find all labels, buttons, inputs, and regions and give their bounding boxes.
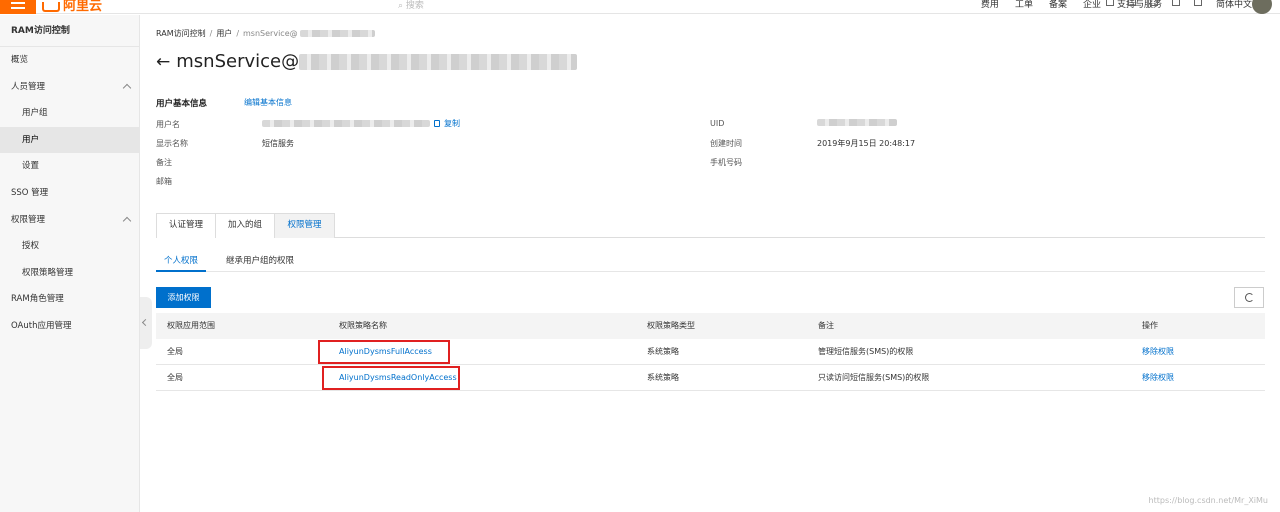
permission-subtabs: 个人权限 继承用户组的权限 — [156, 250, 1265, 272]
remove-permission-link[interactable]: 移除权限 — [1142, 365, 1174, 391]
aliyun-logo-icon — [42, 1, 60, 12]
sidebar-item-permissions[interactable]: 权限管理 — [0, 207, 139, 234]
chevron-up-icon — [122, 83, 132, 92]
username-value: 复制 — [262, 118, 460, 129]
sidebar-item-roles[interactable]: RAM角色管理 — [0, 286, 139, 313]
cart-icon[interactable] — [1149, 0, 1158, 6]
subtab-inherited[interactable]: 继承用户组的权限 — [226, 250, 294, 272]
phone-label: 手机号码 — [710, 158, 742, 167]
created-value: 2019年9月15日 20:48:17 — [817, 139, 916, 148]
redacted-text — [299, 30, 375, 37]
tab-permissions[interactable]: 权限管理 — [274, 213, 335, 238]
highlight-box — [318, 340, 450, 364]
search-icon: ⌕ — [398, 1, 404, 11]
sidebar-item-oauth[interactable]: OAuth应用管理 — [0, 313, 139, 340]
redacted-text — [299, 53, 578, 70]
top-link-ticket[interactable]: 工单 — [1015, 0, 1033, 10]
menu-icon[interactable] — [0, 0, 36, 14]
top-bar: 阿里云 ⌕ 搜索 费用 工单 备案 企业 支持与服务 简体中文 — [0, 0, 1280, 14]
uid-value — [817, 118, 897, 127]
remove-permission-link[interactable]: 移除权限 — [1142, 339, 1174, 365]
page-title: ← msnService@ — [156, 51, 578, 72]
sidebar: RAM访问控制 概览 人员管理 用户组 用户 设置 SSO 管理 权限管理 授权… — [0, 15, 140, 512]
aliyun-logo[interactable]: 阿里云 — [42, 0, 102, 14]
tab-groups[interactable]: 加入的组 — [215, 213, 275, 238]
avatar[interactable] — [1252, 0, 1272, 14]
breadcrumb-root[interactable]: RAM访问控制 — [156, 29, 206, 38]
table-row: 全局 AliyunDysmsFullAccess 系统策略 管理短信服务(SMS… — [156, 339, 1265, 365]
breadcrumb: RAM访问控制 / 用户 / msnService@ — [156, 28, 375, 39]
remark-label: 备注 — [156, 158, 172, 167]
terminal-icon[interactable] — [1105, 0, 1114, 6]
top-link-enterprise[interactable]: 企业 — [1083, 0, 1101, 10]
policy-type-cell: 系统策略 — [647, 373, 679, 382]
email-label: 邮箱 — [156, 177, 172, 186]
redacted-text — [262, 120, 430, 127]
scope-cell: 全局 — [167, 347, 183, 356]
breadcrumb-users[interactable]: 用户 — [216, 29, 232, 38]
top-icons: 简体中文 — [1105, 0, 1252, 10]
sidebar-item-users[interactable]: 用户 — [0, 126, 139, 154]
section-title: 用户基本信息 — [156, 99, 208, 109]
column-header: 备注 — [818, 321, 834, 330]
sidebar-item-sso[interactable]: SSO 管理 — [0, 180, 139, 207]
permissions-table: 权限应用范围 权限策略名称 权限策略类型 备注 操作 全局 AliyunDysm… — [156, 313, 1265, 391]
home-icon[interactable] — [1193, 0, 1202, 6]
top-link-billing[interactable]: 费用 — [981, 0, 999, 10]
back-arrow-icon[interactable]: ← — [156, 52, 170, 72]
sidebar-item-policies[interactable]: 权限策略管理 — [0, 260, 139, 287]
uid-label: UID — [710, 119, 725, 128]
language-selector[interactable]: 简体中文 — [1216, 0, 1252, 10]
username-label: 用户名 — [156, 120, 180, 129]
main-content: RAM访问控制 / 用户 / msnService@ ← msnService@ 用户基… — [141, 15, 1280, 512]
help-icon[interactable] — [1171, 0, 1180, 6]
copy-button[interactable]: 复制 — [444, 119, 460, 128]
note-cell: 只读访问短信服务(SMS)的权限 — [818, 373, 930, 382]
top-search-input[interactable]: ⌕ 搜索 — [398, 0, 424, 11]
display-name-value: 短信服务 — [262, 139, 294, 148]
column-header: 权限策略类型 — [647, 321, 695, 330]
display-name-label: 显示名称 — [156, 139, 188, 148]
created-label: 创建时间 — [710, 139, 742, 148]
column-header: 操作 — [1142, 321, 1158, 330]
refresh-icon — [1245, 293, 1254, 302]
column-header: 权限应用范围 — [167, 321, 215, 330]
refresh-button[interactable] — [1234, 287, 1264, 308]
policy-type-cell: 系统策略 — [647, 347, 679, 356]
detail-tabs: 认证管理 加入的组 权限管理 — [156, 213, 1265, 238]
column-header: 权限策略名称 — [339, 321, 387, 330]
scope-cell: 全局 — [167, 373, 183, 382]
copy-icon[interactable] — [434, 120, 440, 127]
sidebar-item-grants[interactable]: 授权 — [0, 233, 139, 260]
edit-info-link[interactable]: 编辑基本信息 — [244, 97, 292, 108]
add-permission-button[interactable]: 添加权限 — [156, 287, 211, 308]
redacted-text — [817, 119, 897, 126]
highlight-box — [322, 366, 460, 390]
sidebar-item-groups[interactable]: 用户组 — [0, 100, 139, 127]
sidebar-title: RAM访问控制 — [0, 15, 139, 47]
subtab-personal[interactable]: 个人权限 — [156, 250, 206, 272]
tab-auth[interactable]: 认证管理 — [156, 213, 216, 238]
note-cell: 管理短信服务(SMS)的权限 — [818, 347, 914, 356]
sidebar-item-overview[interactable]: 概览 — [0, 47, 139, 74]
chevron-up-icon — [122, 216, 132, 225]
bell-icon[interactable] — [1127, 0, 1136, 6]
watermark: https://blog.csdn.net/Mr_XiMu — [1148, 496, 1268, 505]
sidebar-item-settings[interactable]: 设置 — [0, 153, 139, 180]
top-link-icp[interactable]: 备案 — [1049, 0, 1067, 10]
table-row: 全局 AliyunDysmsReadOnlyAccess 系统策略 只读访问短信… — [156, 365, 1265, 391]
sidebar-item-identities[interactable]: 人员管理 — [0, 74, 139, 101]
table-header: 权限应用范围 权限策略名称 权限策略类型 备注 操作 — [156, 313, 1265, 339]
breadcrumb-current: msnService@ — [243, 29, 298, 38]
